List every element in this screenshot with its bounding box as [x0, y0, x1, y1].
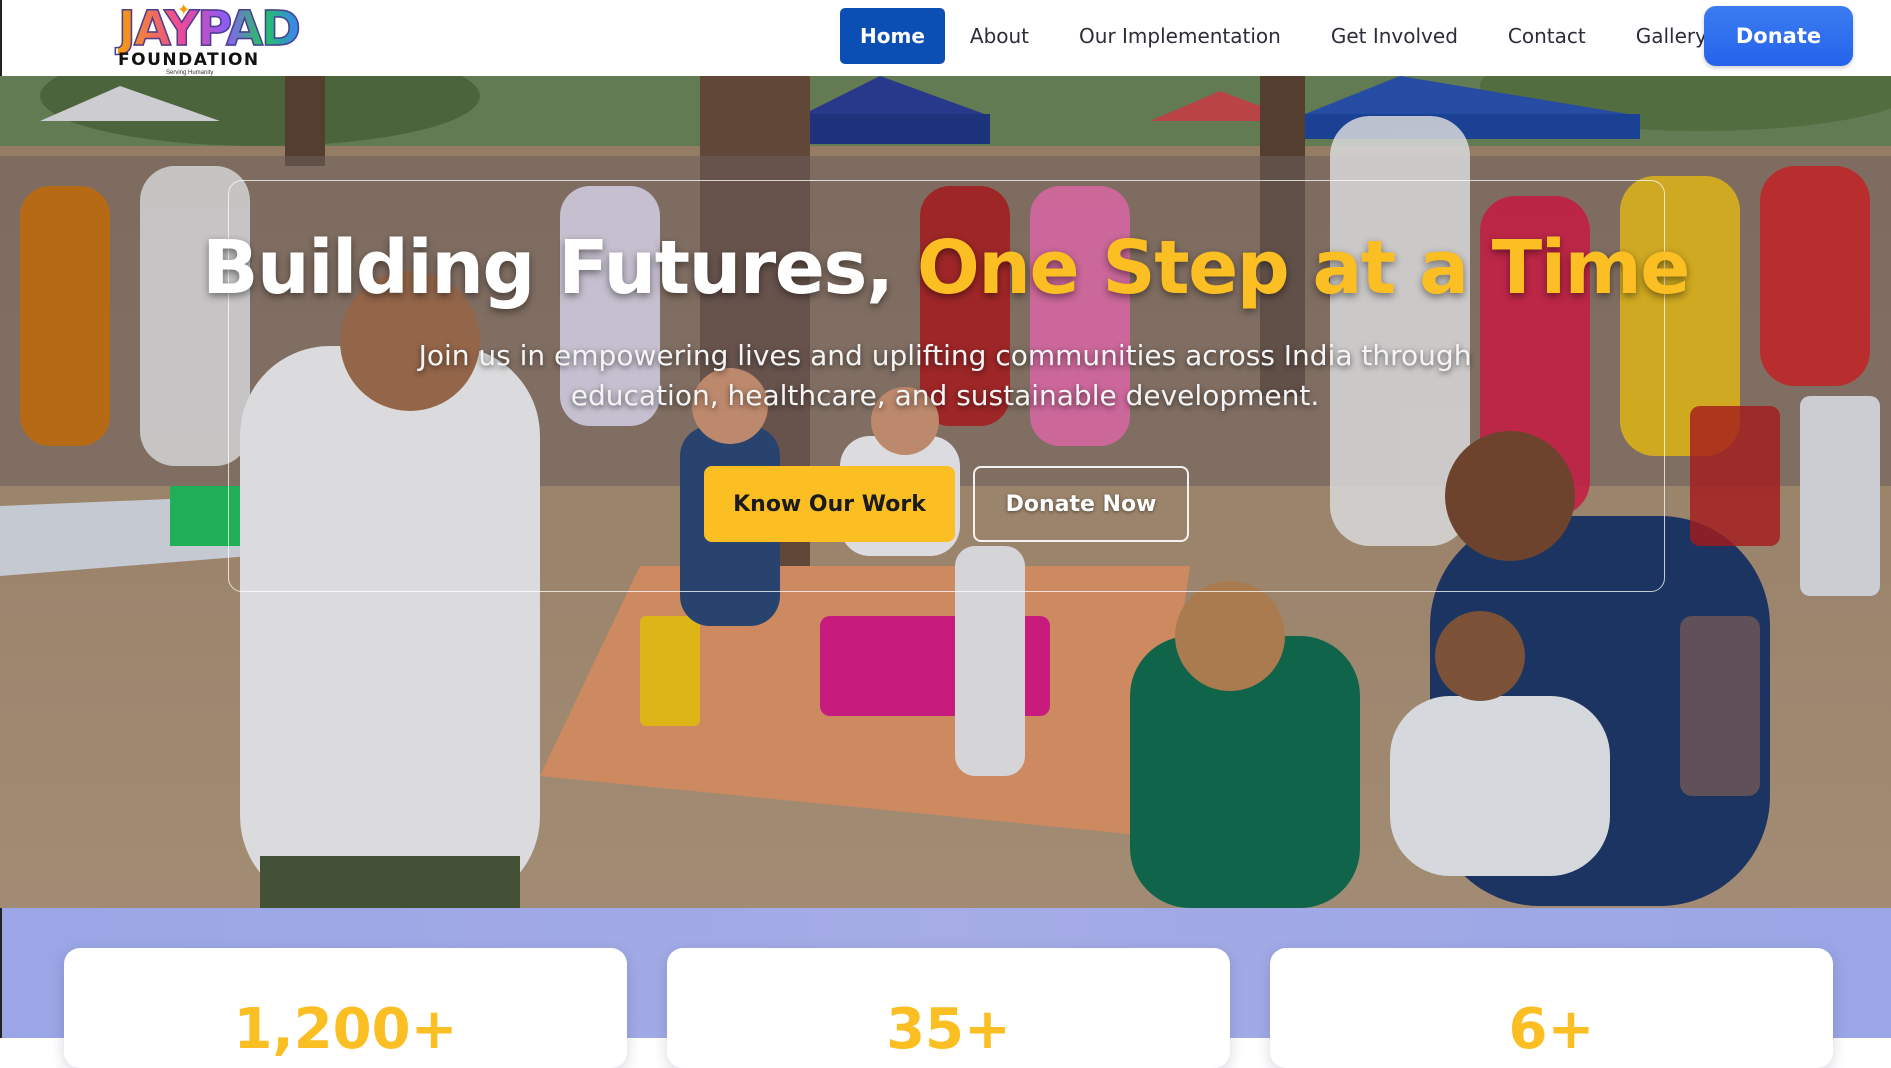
stat-value: 6+: [1508, 997, 1595, 1062]
nav-home[interactable]: Home: [840, 8, 945, 64]
stat-card: 1,200+: [64, 948, 627, 1068]
stat-card: 6+: [1270, 948, 1833, 1068]
hero-title: Building Futures, One Step at a Time: [0, 224, 1891, 312]
jaypad-foundation-logo[interactable]: JAYPAD ✦ FOUNDATION Serving Humanity: [114, 1, 301, 76]
hero-section: Building Futures, One Step at a Time Joi…: [0, 76, 1891, 908]
donate-now-button[interactable]: Donate Now: [973, 466, 1189, 542]
logo-foundation-text: FOUNDATION: [118, 50, 260, 70]
nav-get-involved[interactable]: Get Involved: [1306, 6, 1483, 66]
sparkle-icon: ✦: [177, 2, 191, 19]
stat-card: 35+: [667, 948, 1230, 1068]
nav-contact[interactable]: Contact: [1483, 6, 1611, 66]
stat-value: 35+: [886, 997, 1011, 1062]
stat-value: 1,200+: [233, 997, 458, 1062]
hero-title-main: Building Futures,: [202, 225, 917, 311]
top-navbar: JAYPAD ✦ FOUNDATION Serving Humanity Hom…: [0, 0, 1891, 76]
donate-button[interactable]: Donate: [1704, 6, 1853, 66]
hero-subtitle: Join us in empowering lives and upliftin…: [418, 339, 1472, 412]
hero-title-accent: One Step at a Time: [916, 225, 1691, 311]
nav-about[interactable]: About: [945, 6, 1054, 66]
stats-section: 1,200+ 35+ 6+: [0, 908, 1891, 1068]
nav-our-implementation[interactable]: Our Implementation: [1054, 6, 1306, 66]
logo-wordmark: JAYPAD: [117, 1, 301, 57]
know-our-work-button[interactable]: Know Our Work: [704, 466, 955, 542]
main-nav: Home About Our Implementation Get Involv…: [840, 6, 1732, 66]
